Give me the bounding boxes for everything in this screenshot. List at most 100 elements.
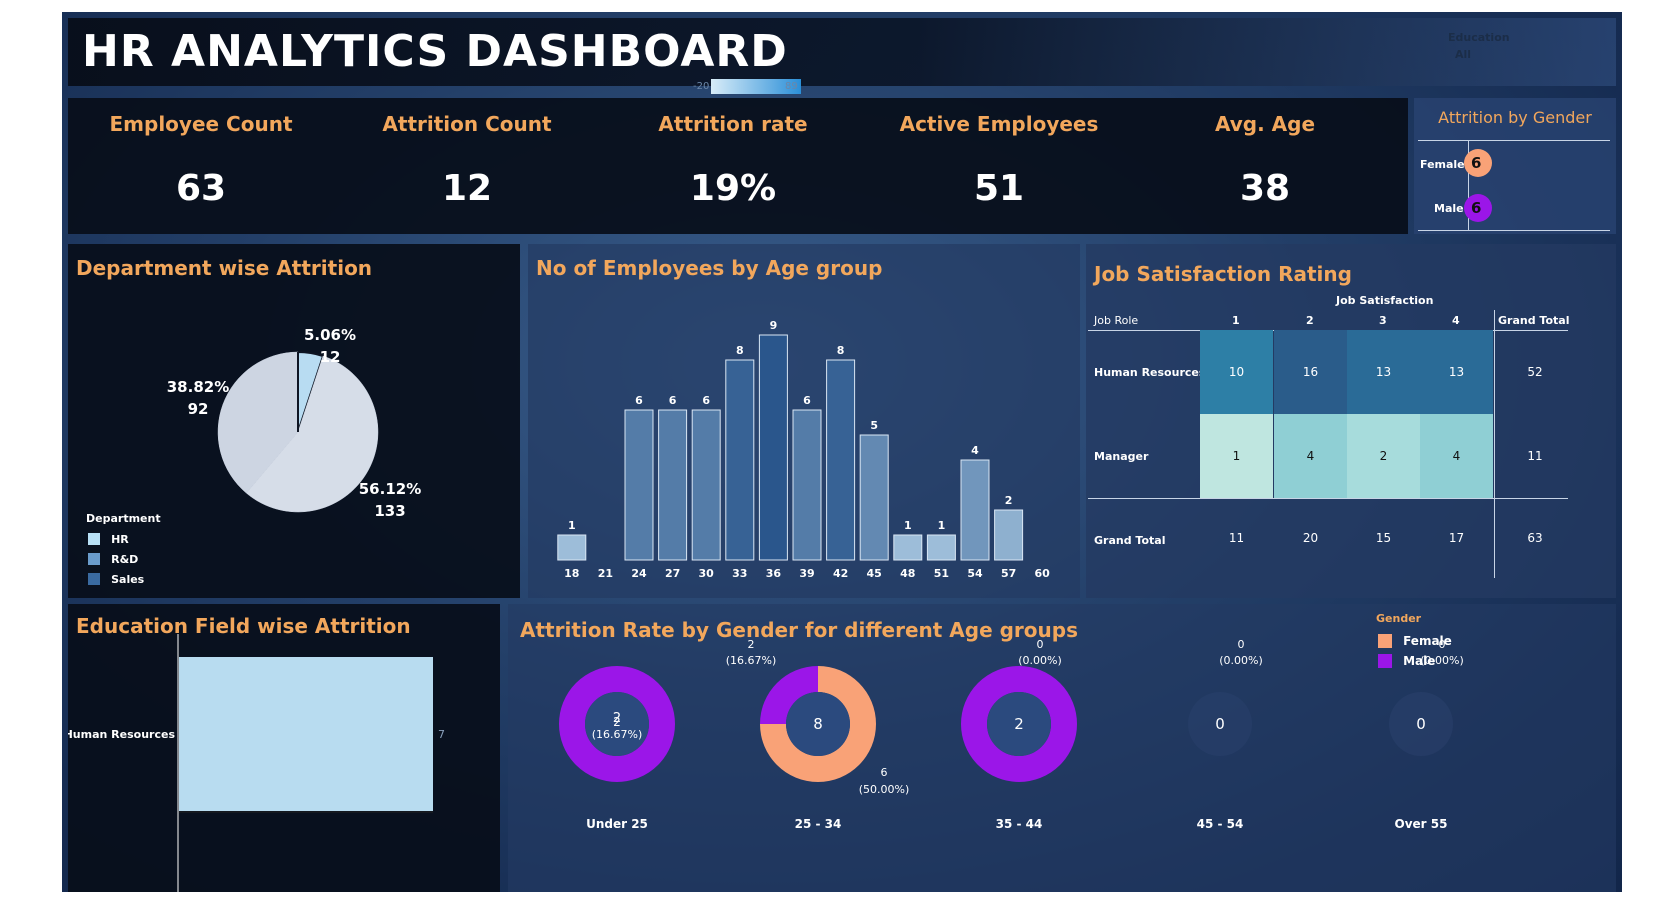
donut-inner-note: (16.67%)	[592, 728, 643, 741]
pie-percent-label: 56.12%	[359, 480, 421, 498]
age-group-label: 45 - 54	[1197, 817, 1244, 831]
bar-value-label: 1	[904, 519, 912, 532]
legend-label: HR	[111, 533, 129, 546]
education-field-panel: Education Field wise Attrition Human Res…	[68, 604, 500, 892]
legend-swatch	[88, 572, 100, 585]
cell-human-resources-4: 13	[1420, 330, 1493, 414]
cell-human-resources-1: 10	[1200, 330, 1273, 414]
kpi-value: 63	[175, 168, 227, 209]
gender-age-panel: Attrition Rate by Gender for different A…	[508, 604, 1616, 892]
grand-total-cell: 11	[1228, 531, 1245, 545]
x-tick-label: 30	[699, 567, 715, 580]
cell-manager-2: 4	[1274, 414, 1347, 498]
gender-attrition-panel: Attrition by Gender Female Male 6 6	[1414, 98, 1616, 234]
color-legend: -20 89	[687, 78, 811, 96]
gender-value: 6	[1471, 154, 1482, 172]
bar-age-24	[624, 409, 654, 561]
column-header: 4	[1452, 314, 1460, 327]
cell-manager-4: 4	[1420, 414, 1493, 498]
x-tick-label: 54	[967, 567, 983, 580]
legend-item-rd: R&D	[88, 548, 138, 567]
x-tick-label: 60	[1035, 567, 1051, 580]
divider	[1088, 498, 1568, 499]
bar-value-label: 6	[702, 394, 710, 407]
gender-row-label: Female	[1420, 158, 1465, 171]
kpi-value: 12	[441, 168, 493, 209]
bar-age-33	[725, 359, 755, 561]
color-legend-min: -20	[693, 81, 710, 92]
bar-age-51	[926, 534, 956, 561]
bar-value-label: 9	[770, 319, 778, 332]
education-bar-chart: Human Resources 7	[68, 634, 445, 892]
kpi-label: Employee Count	[109, 112, 293, 136]
age-group-panel: No of Employees by Age group 1 18 21 6 24 6 27…	[528, 244, 1080, 598]
donut-bottom-label: 6	[881, 766, 888, 779]
gender-age-donut-charts: 22(16.67%)Under 2582(16.67%)6(50.00%)25 …	[559, 638, 1464, 831]
x-tick-label: 42	[833, 567, 848, 580]
pie-value-label: 12	[320, 348, 341, 366]
bar-value-label: 4	[971, 444, 979, 457]
bar-value-label: 6	[803, 394, 811, 407]
x-tick-label: 33	[732, 567, 747, 580]
bar-education-human-resources	[179, 657, 433, 811]
legend-swatch	[88, 532, 100, 545]
legend-swatch	[88, 552, 100, 565]
pie-percent-label: 5.06%	[304, 326, 356, 344]
bar-age-36	[758, 334, 788, 561]
donut-top-label: 2	[748, 638, 755, 651]
age-group-label: 35 - 44	[996, 817, 1043, 831]
bar-age-45	[859, 434, 889, 561]
divider	[1418, 140, 1610, 141]
bar-value-label: 8	[837, 344, 845, 357]
pie-percent-label: 38.82%	[167, 378, 229, 396]
legend-item-sales: Sales	[88, 568, 144, 587]
row-total: 11	[1527, 449, 1543, 463]
kpi-panel: Employee Count 63 Attrition Count 12 Att…	[68, 98, 1408, 234]
age-group-label: Under 25	[586, 817, 648, 831]
dashboard-frame: HR ANALYTICS DASHBOARD Education All -20…	[62, 12, 1622, 892]
title-bar: HR ANALYTICS DASHBOARD Education All	[68, 18, 1616, 86]
pie-value-label: 92	[188, 400, 209, 418]
kpi-value: 38	[1239, 168, 1291, 209]
bar-value-label: 2	[1005, 494, 1013, 507]
donut-top-label: 0	[1037, 638, 1044, 651]
donut-top-label: 0	[1439, 638, 1446, 651]
row-label: Manager	[1094, 450, 1149, 463]
kpi-label: Attrition rate	[658, 112, 808, 136]
education-filter-value[interactable]: All	[1455, 48, 1471, 61]
age-group-label: Over 55	[1395, 817, 1448, 831]
divider	[1418, 230, 1610, 231]
color-legend-max: 89	[785, 81, 798, 92]
kpi-value: 19%	[689, 168, 777, 209]
x-tick-label: 48	[900, 567, 915, 580]
bar-value-label: 1	[938, 519, 946, 532]
age-bar-chart: 118 2162462763083393663984254514815145425…	[557, 319, 1051, 580]
bar-value-label: 6	[635, 394, 643, 407]
bar-age-48	[893, 534, 923, 561]
column-header: 2	[1306, 314, 1314, 327]
gender-panel-title: Attrition by Gender	[1438, 108, 1592, 127]
column-group-header: Job Satisfaction	[1336, 294, 1434, 307]
gender-row-label: Male	[1434, 202, 1464, 215]
bar-value-label: 6	[669, 394, 677, 407]
donut-center-value: 8	[813, 715, 823, 733]
donut-bottom-pct: (50.00%)	[859, 783, 910, 796]
row-label: Human Resources	[1094, 366, 1206, 379]
legend-label: Sales	[111, 573, 145, 586]
x-tick-label: 57	[1001, 567, 1016, 580]
y-category-label: Human Resources	[68, 728, 175, 741]
donut-inner-note: 2	[613, 715, 621, 729]
grand-total-all: 63	[1527, 531, 1543, 545]
x-tick-label: 39	[799, 567, 814, 580]
grand-total-cell: 15	[1375, 531, 1392, 545]
department-attrition-panel: Department wise Attrition 5.06% 12 56.12% 1…	[68, 244, 520, 598]
x-tick-label: 36	[766, 567, 782, 580]
department-pie-chart: 5.06% 12 56.12% 133 38.82% 92	[167, 326, 421, 520]
education-filter-label: Education	[1448, 31, 1510, 44]
donut-top-pct: (16.67%)	[726, 654, 777, 667]
bar-age-54	[960, 459, 990, 561]
bar-age-27	[658, 409, 688, 561]
bar-value-label: 8	[736, 344, 744, 357]
x-tick-label: 45	[867, 567, 882, 580]
donut-center-value: 2	[1014, 715, 1024, 733]
